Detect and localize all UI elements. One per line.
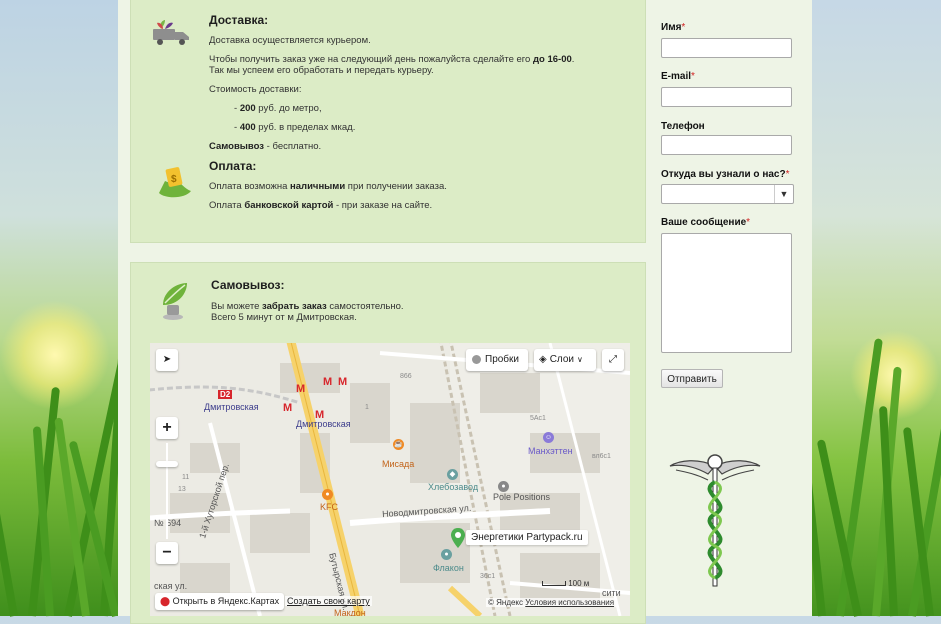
create-map-link[interactable]: Создать свою карту [285,596,372,606]
name-input[interactable] [661,38,792,58]
message-textarea[interactable] [661,233,792,353]
map-marker-label[interactable]: Энергетики Partypack.ru [466,530,588,545]
name-label: Имя* [661,22,686,33]
layers-button[interactable]: ◈ Слои ∨ [534,349,596,371]
layers-icon: ◈ [539,354,547,365]
submit-button[interactable]: Отправить [661,369,723,388]
map-label-sity: сити [602,588,621,598]
svg-text:$: $ [171,174,177,185]
map-label-makdon: Макдон [334,608,366,616]
feedback-form: Имя* E-mail* Телефон Откуда вы узнали о … [648,0,813,616]
zoom-slider-handle[interactable] [156,461,178,467]
expand-icon: ⤢ [609,354,617,365]
map[interactable]: D2 Дмитровская Дмитровская M M M M M ☕ М… [150,343,630,616]
map-label-misada: Мисада [382,459,415,469]
payment-title: Оплата: [209,159,257,173]
delivery-cost-metro: - 200 руб. до метро, [234,103,322,114]
location-marker-icon [451,528,465,548]
fullscreen-button[interactable]: ⤢ [602,349,624,371]
flakon-poi-icon: ● [441,549,452,560]
manhattan-poi-icon: ☺ [543,432,554,443]
metro-icon: M [296,383,306,395]
geolocation-arrow-icon: ➤ [162,354,172,365]
terms-link[interactable]: Условия использования [525,598,614,607]
delivery-self-pickup: Самовывоз - бесплатно. [209,141,322,152]
metro-icon: M [338,376,348,388]
delivery-cost-mkad: - 400 руб. в пределах мкад. [234,122,356,133]
pickup-leaf-icon [163,283,187,320]
source-select[interactable]: ▼ [661,184,794,204]
bakery-poi-icon: ◆ [447,469,458,480]
house-number: 11 [182,474,190,481]
payment-cash-line: Оплата возможна наличными при получении … [209,181,447,192]
map-label-flakon: Флакон [433,563,464,573]
open-in-yandex-button[interactable]: ⬤ Открыть в Яндекс.Картах [155,593,285,610]
map-scale: 100 м [542,579,589,588]
house-number: 1 [365,404,369,411]
map-label-street-bl: ская ул. [154,581,188,591]
pickup-line2: Всего 5 минут от м Дмитровская. [211,312,357,323]
house-number: вл6с1 [592,453,611,460]
map-copyright: © Яндекс Условия использования [486,598,617,607]
house-number: 866 [400,373,412,380]
traffic-button[interactable]: Пробки [466,349,528,371]
metro-icon: M [323,376,333,388]
message-label: Ваше сообщение* [661,217,751,228]
map-label-khlebozavod: Хлебозавод [428,482,479,492]
zoom-in-button[interactable]: + [156,417,178,439]
metro-icon: M [283,402,293,414]
phone-label: Телефон [661,121,705,132]
scale-bar [542,581,566,587]
house-number: 5Ac1 [530,415,546,422]
source-label: Откуда вы узнали о нас?* [661,169,790,180]
pole-position-poi-icon: ● [498,481,509,492]
map-label-manhattan: Манхэттен [528,446,573,456]
delivery-title: Доставка: [209,13,269,27]
delivery-truck-icon [153,20,189,45]
map-pin-icon: ⬤ [160,596,171,606]
map-label-kfc: KFC [320,502,338,512]
chevron-down-icon: ∨ [577,355,583,364]
house-number: 36с1 [480,573,496,580]
cafe-poi-icon: ☕ [393,439,404,450]
email-label: E-mail* [661,71,695,82]
zoom-slider[interactable] [166,443,168,539]
delivery-panel: Доставка: Доставка осуществляется курьер… [130,0,646,243]
payment-card-line: Оплата банковской картой - при заказе на… [209,200,433,211]
delivery-line3: Так мы успеем его обработать и передать … [209,65,434,76]
payment-money-icon: $ [159,167,191,198]
geolocation-button[interactable]: ➤ [156,349,178,371]
delivery-line1: Доставка осуществляется курьером. [209,35,371,46]
phone-input[interactable] [661,135,792,155]
delivery-cost-heading: Стоимость доставки: [209,84,302,95]
zoom-out-button[interactable]: − [156,542,178,564]
house-number: 13 [178,486,186,493]
kfc-poi-icon: ● [322,489,333,500]
email-input[interactable] [661,87,792,107]
map-label-pole-positions: Pole Positions [493,492,551,502]
traffic-light-icon [472,354,481,364]
map-label-d2: D2 [218,390,233,399]
chevron-down-icon: ▼ [774,185,793,203]
pickup-title: Самовывоз: [211,278,285,292]
metro-icon: M [315,409,325,421]
map-label-dmitrovskaya-station: Дмитровская [204,402,259,412]
